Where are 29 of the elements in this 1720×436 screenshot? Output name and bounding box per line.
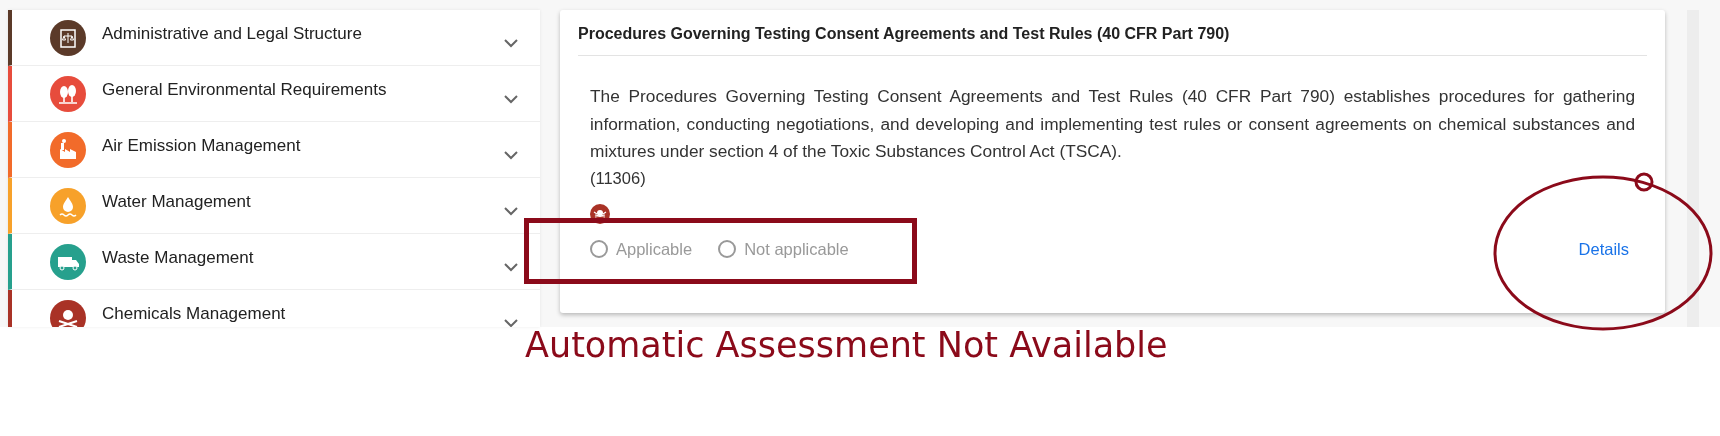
water-drop-icon [50, 187, 86, 224]
chevron-icon [504, 263, 518, 272]
skull-icon [590, 203, 610, 224]
category-label: General Environmental Requirements [102, 79, 388, 100]
category-row[interactable]: Waste Management [8, 234, 540, 290]
category-label: Administrative and Legal Structure [102, 23, 363, 44]
category-row[interactable]: Water Management [8, 178, 540, 234]
chevron-icon [504, 95, 518, 104]
category-row[interactable]: Chemicals Management [8, 290, 540, 327]
category-label: Water Management [102, 191, 252, 212]
card-title: Procedures Governing Testing Consent Agreements and Test Rules (40 CFR Part 790) [578, 10, 1647, 56]
details-link[interactable]: Details [1578, 239, 1629, 259]
chevron-icon [504, 39, 518, 48]
chevron-icon [504, 151, 518, 160]
category-label: Air Emission Management [102, 135, 302, 156]
annotation-text: Automatic Assessment Not Available [525, 325, 1168, 365]
trees-icon [50, 75, 86, 112]
scale-book-icon [50, 19, 86, 56]
reference-code: (11306) [590, 167, 647, 189]
chevron-icon [504, 207, 518, 216]
factory-icon [50, 131, 86, 168]
truck-icon [50, 243, 86, 280]
category-label: Chemicals Management [102, 303, 287, 324]
category-label: Waste Management [102, 247, 255, 268]
category-row[interactable]: General Environmental Requirements [8, 66, 540, 122]
description-text: The Procedures Governing Testing Consent Agreements and Test Rules (40 CFR Part 790) establishes procedures for gathering information, conducting negotiations, and developing and implementing test rules or consent agreements on chemical substances and mixtures under section 4 of the Toxic Substances Control Act (TSCA). [590, 85, 1635, 163]
chevron-icon [504, 319, 518, 327]
category-row[interactable]: Administrative and Legal Structure [8, 10, 540, 66]
category-row[interactable]: Air Emission Management [8, 122, 540, 178]
